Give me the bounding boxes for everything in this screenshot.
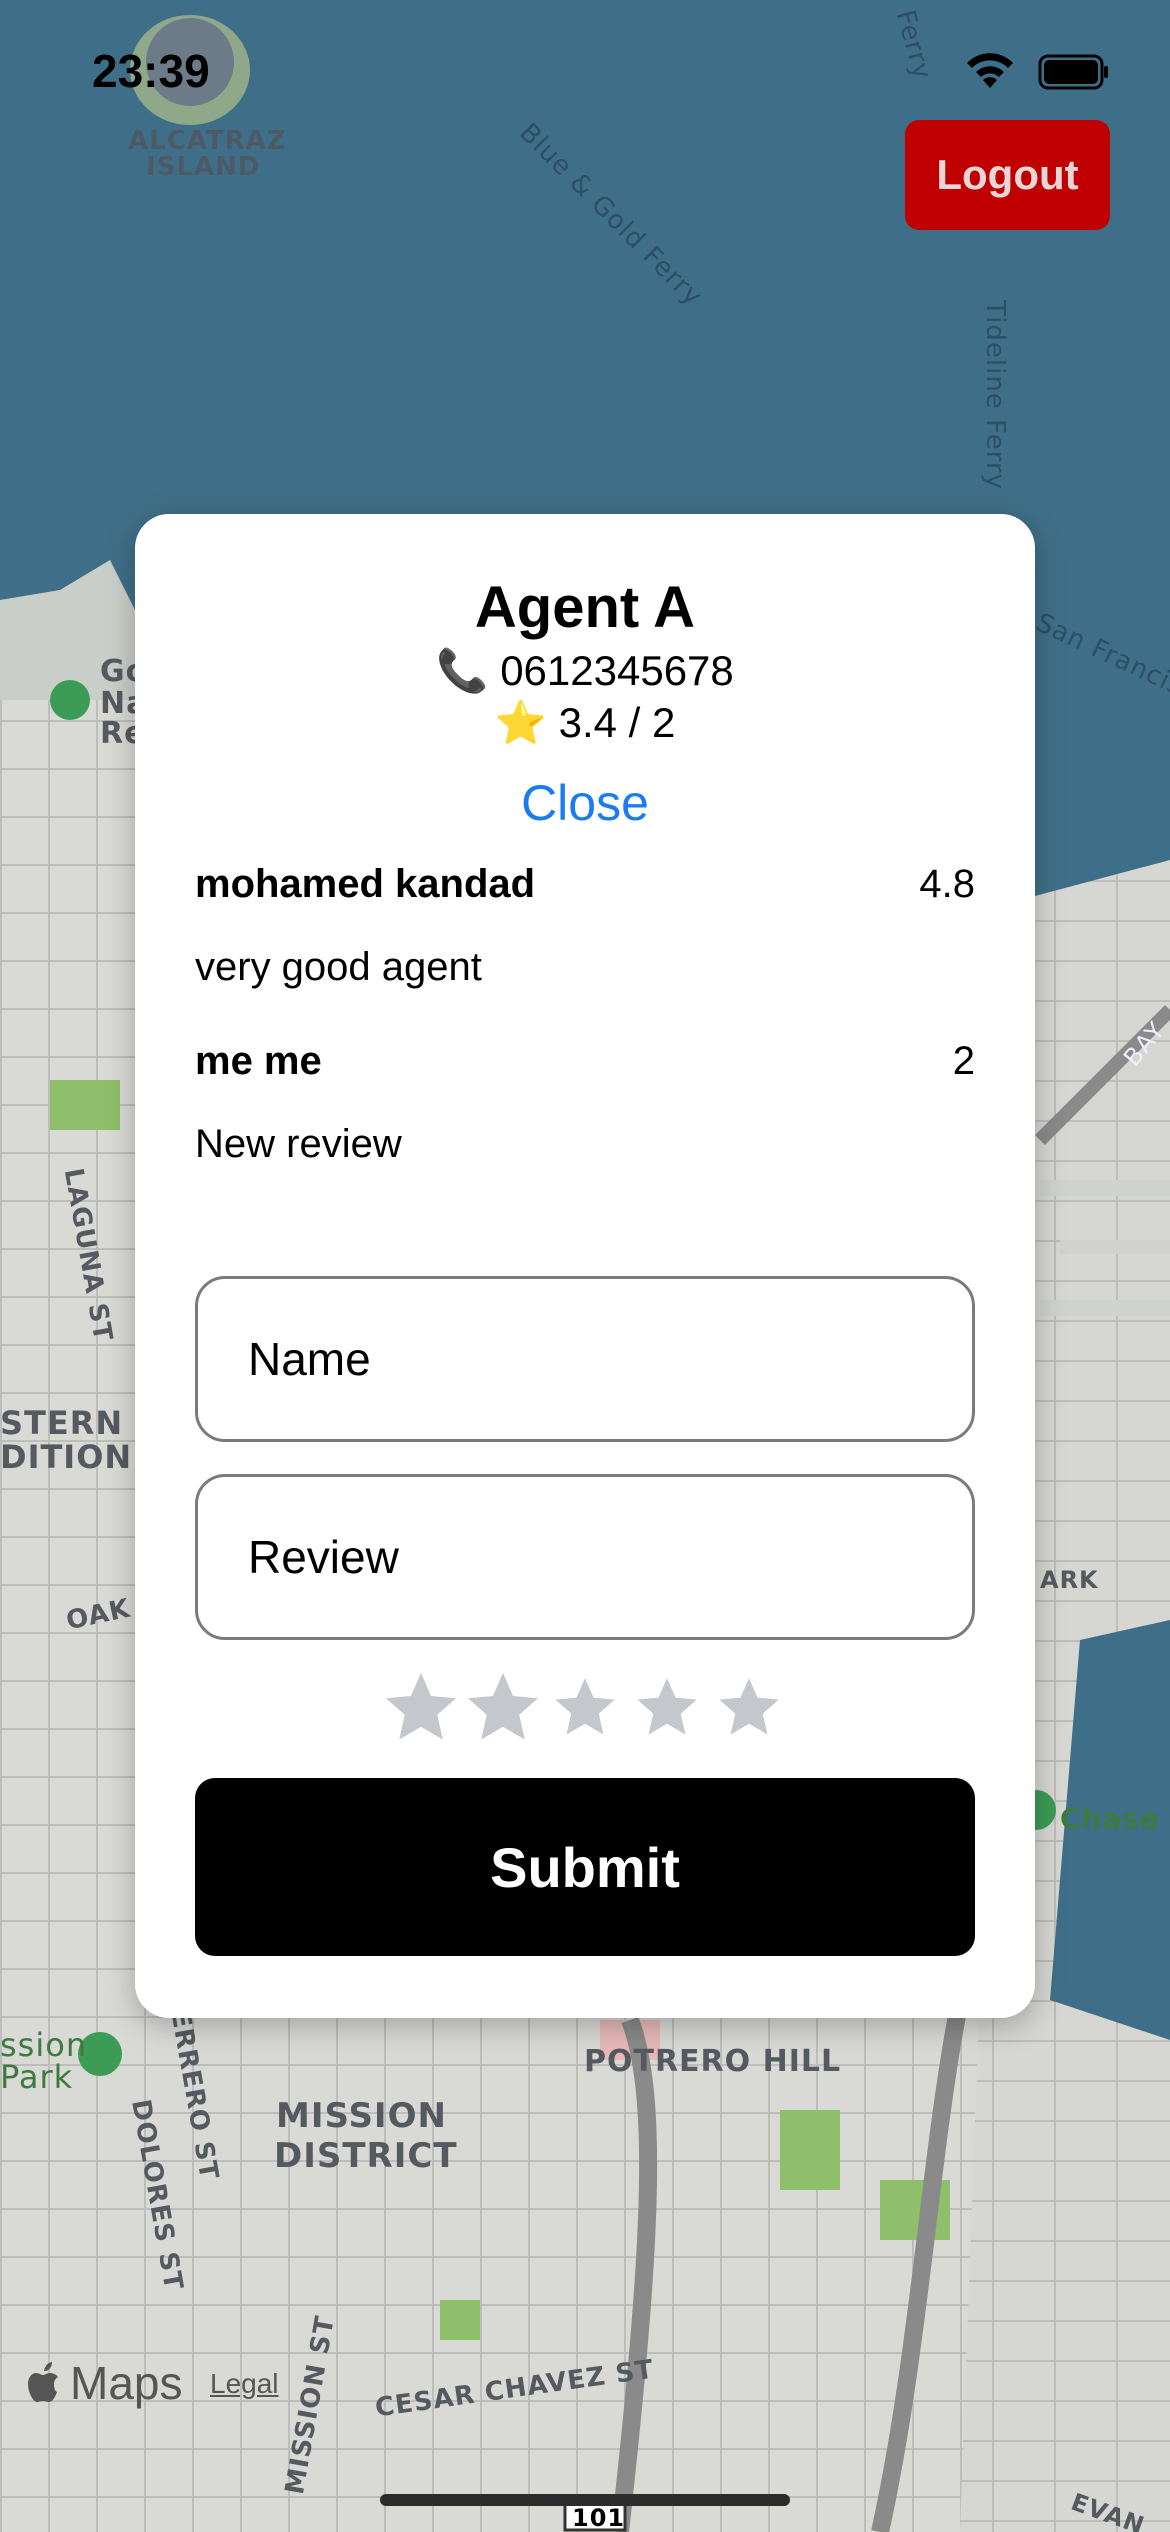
agent-name: Agent A xyxy=(474,575,696,640)
star-icon: ⭐ xyxy=(494,698,547,747)
home-indicator[interactable] xyxy=(380,2494,790,2506)
map-label-mission-district-1: MISSION xyxy=(276,2096,447,2136)
agent-rating: ⭐ 3.4 / 2 xyxy=(135,698,1035,748)
map-label-western: STERN xyxy=(0,1404,124,1442)
submit-button[interactable]: Submit xyxy=(195,1778,975,1956)
apple-icon xyxy=(28,2362,58,2402)
status-time: 23:39 xyxy=(92,45,210,97)
star-rating-input[interactable] xyxy=(135,1668,1035,1746)
review-author: mohamed kandad xyxy=(195,862,536,906)
agent-rating-value: 3.4 / 2 xyxy=(558,699,676,746)
map-label-potrero-hill: POTRERO HILL xyxy=(584,2044,842,2079)
name-field[interactable] xyxy=(195,1276,975,1442)
review-author: me me xyxy=(195,1039,322,1083)
phone-icon: 📞 xyxy=(436,646,489,695)
wifi-icon xyxy=(964,52,1016,97)
review-score: 4.8 xyxy=(919,862,975,906)
review-input[interactable] xyxy=(248,1530,972,1584)
map-label-tideline-ferry: Tideline Ferry xyxy=(979,300,1010,490)
map-label-mission-district-2: DISTRICT xyxy=(274,2136,458,2176)
agent-phone[interactable]: 📞 0612345678 xyxy=(135,646,1035,696)
review-field[interactable] xyxy=(195,1474,975,1640)
battery-icon xyxy=(1038,54,1110,95)
review-item: me me 2 New review xyxy=(195,1039,975,1167)
map-label-ark: ARK xyxy=(1040,1566,1099,1594)
star-3-icon[interactable] xyxy=(546,1668,624,1746)
star-5-icon[interactable] xyxy=(710,1668,788,1746)
legal-link[interactable]: Legal xyxy=(210,2368,279,2400)
review-text: very good agent xyxy=(195,945,482,989)
review-text: New review xyxy=(195,1122,402,1166)
apple-maps-logo: Maps xyxy=(28,2356,182,2410)
map-label-island: ISLAND xyxy=(146,152,261,182)
star-2-icon[interactable] xyxy=(464,1668,542,1746)
star-4-icon[interactable] xyxy=(628,1668,706,1746)
logout-button[interactable]: Logout xyxy=(905,120,1110,230)
agent-phone-number: 0612345678 xyxy=(500,647,734,694)
map-label-addition: DITION xyxy=(0,1438,133,1476)
agent-modal: Agent A 📞 0612345678 ⭐ 3.4 / 2 Close moh… xyxy=(135,514,1035,2018)
review-item: mohamed kandad 4.8 very good agent xyxy=(195,862,975,990)
map-label-hwy: 101 xyxy=(572,2504,626,2532)
status-icons xyxy=(964,52,1110,97)
name-input[interactable] xyxy=(248,1332,972,1386)
maps-brand-label: Maps xyxy=(70,2357,183,2409)
map-label-chase: Chase C xyxy=(1060,1802,1170,1835)
review-score: 2 xyxy=(952,1039,975,1083)
close-button[interactable]: Close xyxy=(135,774,1035,832)
map-label-park: Park xyxy=(0,2058,74,2096)
star-1-icon[interactable] xyxy=(382,1668,460,1746)
